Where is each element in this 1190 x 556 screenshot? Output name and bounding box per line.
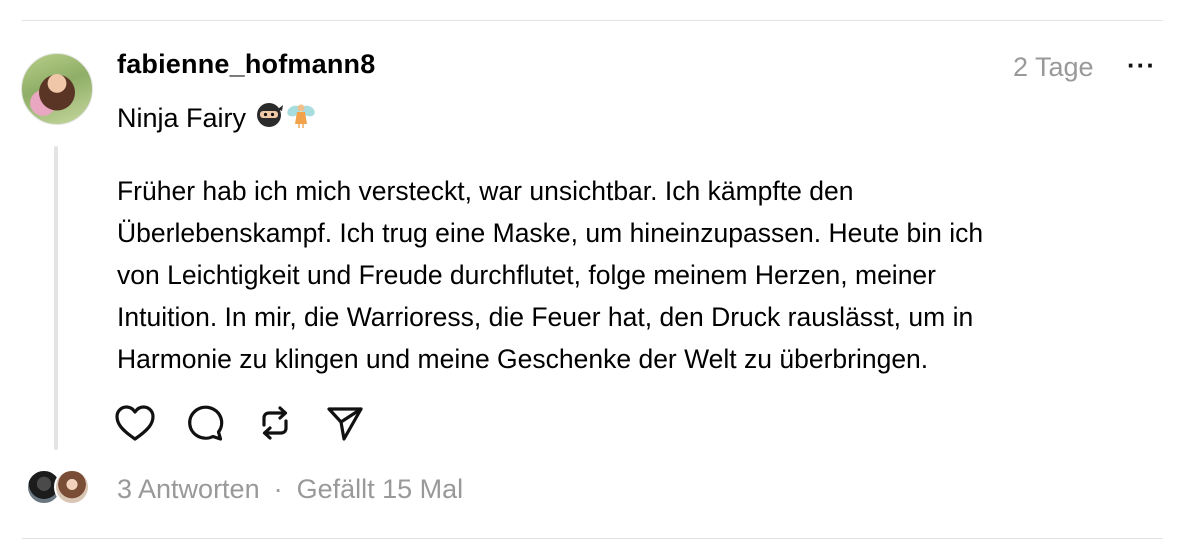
ninja-emoji-icon bbox=[254, 100, 284, 137]
repost-button[interactable] bbox=[253, 403, 297, 447]
post-actions bbox=[115, 403, 367, 447]
reply-avatars[interactable] bbox=[26, 469, 90, 505]
comment-button[interactable] bbox=[183, 403, 227, 447]
comment-icon bbox=[185, 403, 225, 448]
share-button[interactable] bbox=[323, 403, 367, 447]
heart-icon bbox=[114, 403, 156, 448]
likes-count-link[interactable]: Gefällt 15 Mal bbox=[297, 474, 464, 505]
reply-avatar bbox=[54, 469, 90, 505]
post-body: Früher hab ich mich versteckt, war unsic… bbox=[117, 176, 984, 374]
author-bio: Ninja Fairy bbox=[117, 100, 316, 137]
post-stats: 3 Antworten · Gefällt 15 Mal bbox=[117, 474, 463, 505]
author-username[interactable]: fabienne_hofmann8 bbox=[117, 49, 375, 80]
author-avatar[interactable] bbox=[21, 53, 93, 125]
send-icon bbox=[325, 403, 365, 448]
replies-count-link[interactable]: 3 Antworten bbox=[117, 474, 260, 505]
fairy-emoji-icon bbox=[286, 100, 316, 137]
stats-separator: · bbox=[273, 474, 283, 504]
top-divider bbox=[22, 20, 1163, 21]
more-options-icon[interactable]: ··· bbox=[1127, 50, 1156, 81]
repost-icon bbox=[257, 403, 293, 448]
bottom-divider bbox=[22, 538, 1163, 539]
thread-line bbox=[54, 146, 58, 450]
post-timestamp[interactable]: 2 Tage bbox=[1013, 52, 1094, 83]
like-button[interactable] bbox=[113, 403, 157, 447]
author-bio-text: Ninja Fairy bbox=[117, 103, 247, 133]
